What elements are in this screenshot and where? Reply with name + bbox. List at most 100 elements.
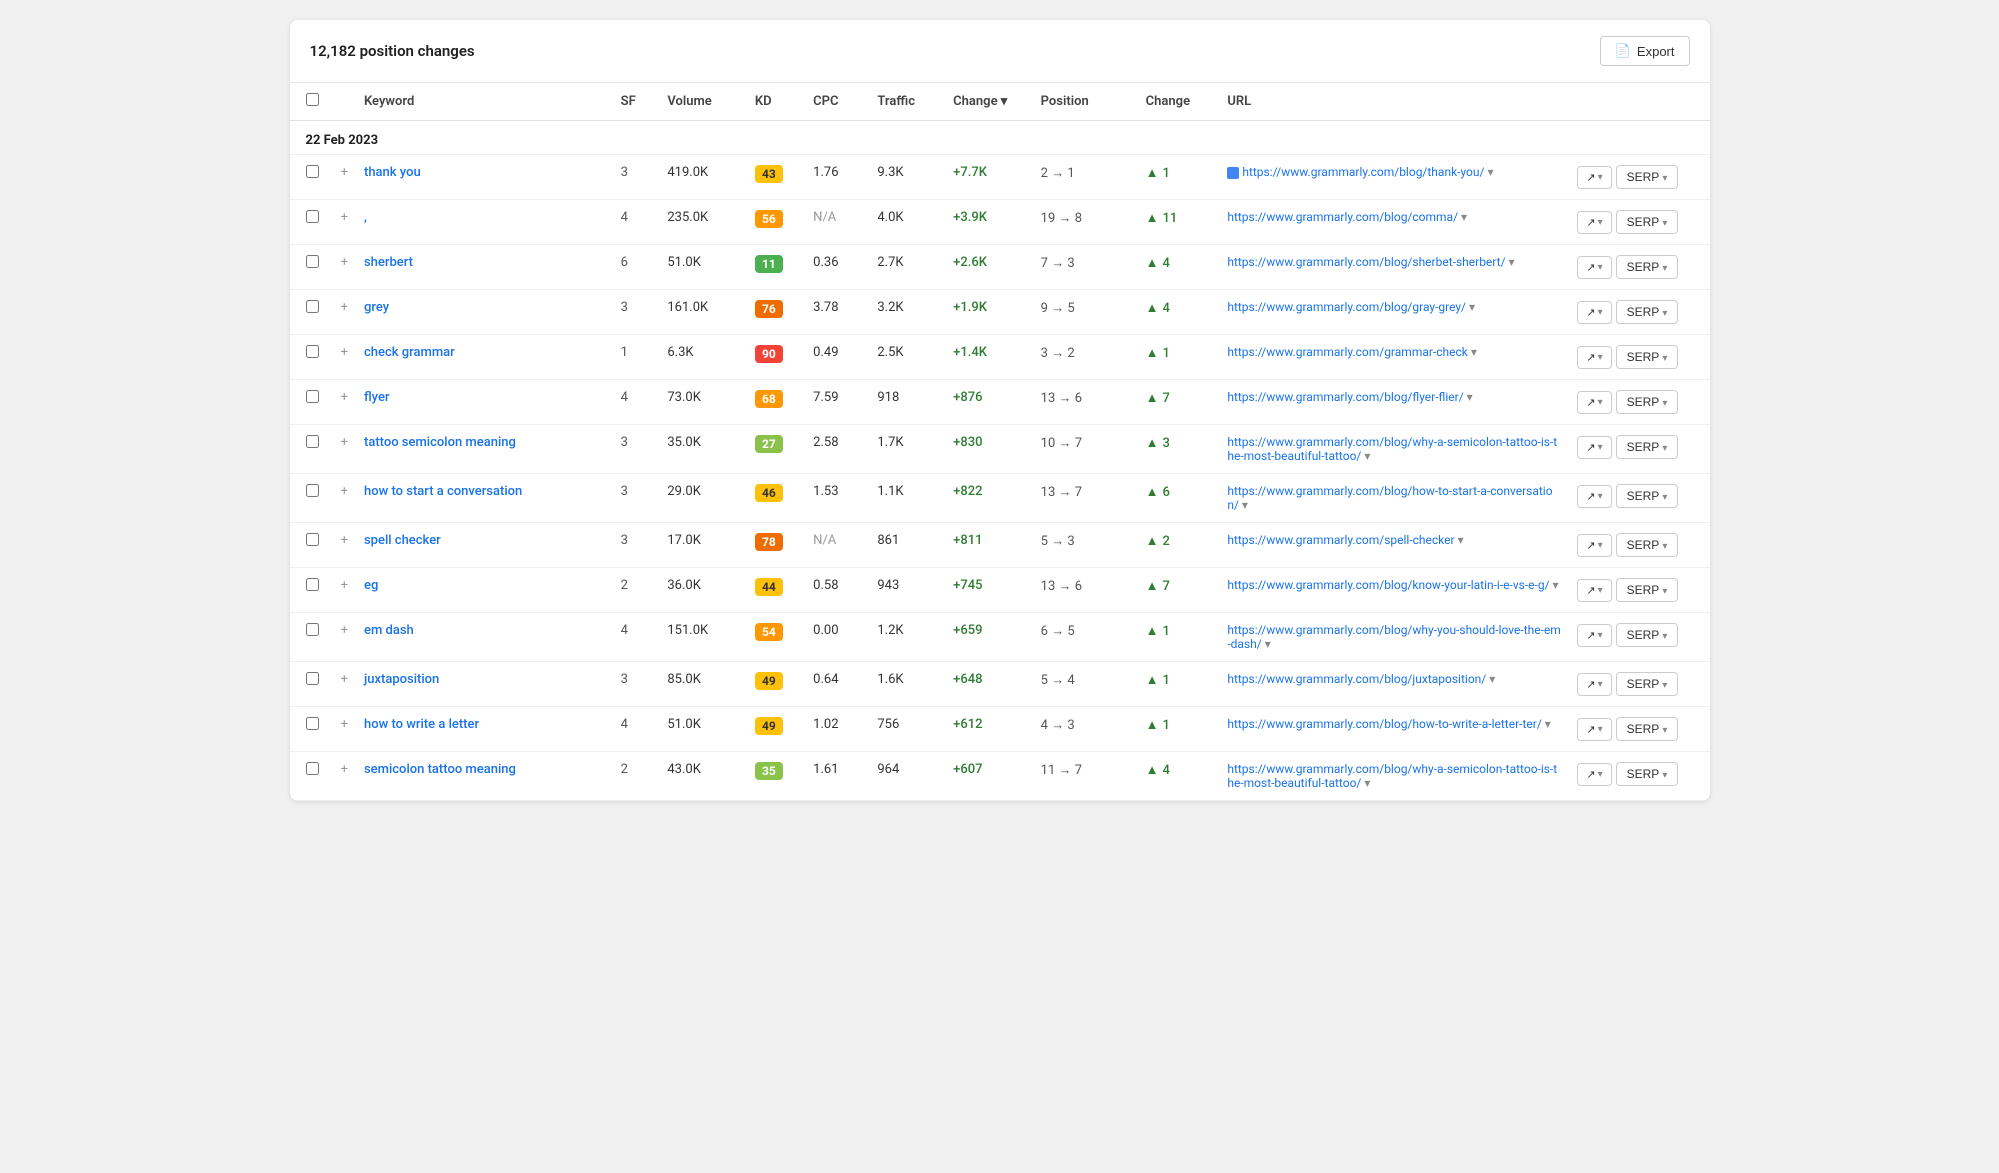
chart-button[interactable]: ↗ ▾ xyxy=(1577,391,1611,414)
serp-button[interactable]: SERP ▾ xyxy=(1616,300,1679,324)
row-expand-cell[interactable]: + xyxy=(333,380,356,425)
url-dropdown-icon[interactable]: ▾ xyxy=(1489,672,1495,686)
chart-button[interactable]: ↗ ▾ xyxy=(1577,256,1611,279)
chart-dropdown-icon[interactable]: ▾ xyxy=(1598,442,1603,453)
row-checkbox[interactable] xyxy=(306,762,319,775)
serp-button[interactable]: SERP ▾ xyxy=(1616,484,1679,508)
chart-button[interactable]: ↗ ▾ xyxy=(1577,624,1611,647)
chart-dropdown-icon[interactable]: ▾ xyxy=(1598,262,1603,273)
row-expand-cell[interactable]: + xyxy=(333,200,356,245)
url-dropdown-icon[interactable]: ▾ xyxy=(1364,449,1370,463)
keyword-link[interactable]: check grammar xyxy=(364,345,455,360)
serp-button[interactable]: SERP ▾ xyxy=(1616,578,1679,602)
chart-button[interactable]: ↗ ▾ xyxy=(1577,301,1611,324)
keyword-link[interactable]: how to start a conversation xyxy=(364,484,522,499)
url-dropdown-icon[interactable]: ▾ xyxy=(1242,498,1248,512)
row-expand-cell[interactable]: + xyxy=(333,474,356,523)
row-checkbox[interactable] xyxy=(306,390,319,403)
url-dropdown-icon[interactable]: ▾ xyxy=(1487,165,1493,179)
row-expand-cell[interactable]: + xyxy=(333,155,356,200)
row-checkbox[interactable] xyxy=(306,623,319,636)
url-dropdown-icon[interactable]: ▾ xyxy=(1471,345,1477,359)
chart-dropdown-icon[interactable]: ▾ xyxy=(1598,491,1603,502)
chart-button[interactable]: ↗ ▾ xyxy=(1577,763,1611,786)
serp-button[interactable]: SERP ▾ xyxy=(1616,623,1679,647)
row-expand-cell[interactable]: + xyxy=(333,245,356,290)
row-checkbox[interactable] xyxy=(306,345,319,358)
row-checkbox[interactable] xyxy=(306,255,319,268)
url-link[interactable]: https://www.grammarly.com/grammar-check xyxy=(1227,345,1468,359)
row-expand-cell[interactable]: + xyxy=(333,568,356,613)
row-checkbox[interactable] xyxy=(306,533,319,546)
chart-button[interactable]: ↗ ▾ xyxy=(1577,485,1611,508)
serp-button[interactable]: SERP ▾ xyxy=(1616,672,1679,696)
serp-button[interactable]: SERP ▾ xyxy=(1616,762,1679,786)
chart-dropdown-icon[interactable]: ▾ xyxy=(1598,217,1603,228)
keyword-link[interactable]: thank you xyxy=(364,165,421,180)
url-link[interactable]: https://www.grammarly.com/blog/how-to-st… xyxy=(1227,484,1552,512)
url-dropdown-icon[interactable]: ▾ xyxy=(1545,717,1551,731)
serp-button[interactable]: SERP ▾ xyxy=(1616,717,1679,741)
chart-button[interactable]: ↗ ▾ xyxy=(1577,673,1611,696)
row-expand-cell[interactable]: + xyxy=(333,752,356,801)
col-pos-change[interactable]: Change xyxy=(1138,83,1220,121)
chart-dropdown-icon[interactable]: ▾ xyxy=(1598,540,1603,551)
col-checkbox[interactable] xyxy=(290,83,333,121)
url-link[interactable]: https://www.grammarly.com/blog/juxtaposi… xyxy=(1227,672,1486,686)
chart-dropdown-icon[interactable]: ▾ xyxy=(1598,352,1603,363)
chart-dropdown-icon[interactable]: ▾ xyxy=(1598,585,1603,596)
chart-button[interactable]: ↗ ▾ xyxy=(1577,166,1611,189)
keyword-link[interactable]: flyer xyxy=(364,390,390,405)
url-link[interactable]: https://www.grammarly.com/blog/gray-grey… xyxy=(1227,300,1466,314)
chart-dropdown-icon[interactable]: ▾ xyxy=(1598,630,1603,641)
chart-dropdown-icon[interactable]: ▾ xyxy=(1598,724,1603,735)
serp-button[interactable]: SERP ▾ xyxy=(1616,165,1679,189)
url-dropdown-icon[interactable]: ▾ xyxy=(1265,637,1271,651)
row-checkbox[interactable] xyxy=(306,165,319,178)
url-dropdown-icon[interactable]: ▾ xyxy=(1509,255,1515,269)
url-link[interactable]: https://www.grammarly.com/blog/know-your… xyxy=(1227,578,1549,592)
row-expand-cell[interactable]: + xyxy=(333,290,356,335)
url-link[interactable]: https://www.grammarly.com/blog/why-a-sem… xyxy=(1227,762,1557,790)
export-button[interactable]: 📄 Export xyxy=(1600,36,1690,66)
url-link[interactable]: https://www.grammarly.com/blog/flyer-fli… xyxy=(1227,390,1463,404)
chart-button[interactable]: ↗ ▾ xyxy=(1577,436,1611,459)
chart-dropdown-icon[interactable]: ▾ xyxy=(1598,769,1603,780)
url-dropdown-icon[interactable]: ▾ xyxy=(1458,533,1464,547)
serp-button[interactable]: SERP ▾ xyxy=(1616,390,1679,414)
chart-dropdown-icon[interactable]: ▾ xyxy=(1598,307,1603,318)
url-link[interactable]: https://www.grammarly.com/spell-checker xyxy=(1227,533,1454,547)
row-checkbox[interactable] xyxy=(306,578,319,591)
chart-dropdown-icon[interactable]: ▾ xyxy=(1598,172,1603,183)
url-link[interactable]: https://www.grammarly.com/blog/thank-you… xyxy=(1242,165,1484,179)
chart-button[interactable]: ↗ ▾ xyxy=(1577,211,1611,234)
serp-button[interactable]: SERP ▾ xyxy=(1616,210,1679,234)
col-traffic[interactable]: Traffic xyxy=(869,83,945,121)
row-expand-cell[interactable]: + xyxy=(333,425,356,474)
chart-dropdown-icon[interactable]: ▾ xyxy=(1598,679,1603,690)
chart-button[interactable]: ↗ ▾ xyxy=(1577,534,1611,557)
serp-button[interactable]: SERP ▾ xyxy=(1616,533,1679,557)
chart-dropdown-icon[interactable]: ▾ xyxy=(1598,397,1603,408)
row-expand-cell[interactable]: + xyxy=(333,613,356,662)
url-dropdown-icon[interactable]: ▾ xyxy=(1469,300,1475,314)
keyword-link[interactable]: eg xyxy=(364,578,378,593)
url-link[interactable]: https://www.grammarly.com/blog/how-to-wr… xyxy=(1227,717,1541,731)
url-dropdown-icon[interactable]: ▾ xyxy=(1553,578,1559,592)
row-checkbox[interactable] xyxy=(306,672,319,685)
select-all-checkbox[interactable] xyxy=(306,93,319,106)
url-link[interactable]: https://www.grammarly.com/blog/sherbet-s… xyxy=(1227,255,1505,269)
url-link[interactable]: https://www.grammarly.com/blog/why-you-s… xyxy=(1227,623,1560,651)
url-link[interactable]: https://www.grammarly.com/blog/why-a-sem… xyxy=(1227,435,1557,463)
col-cpc[interactable]: CPC xyxy=(805,83,869,121)
keyword-link[interactable]: spell checker xyxy=(364,533,441,548)
url-dropdown-icon[interactable]: ▾ xyxy=(1461,210,1467,224)
row-checkbox[interactable] xyxy=(306,210,319,223)
url-dropdown-icon[interactable]: ▾ xyxy=(1364,776,1370,790)
url-dropdown-icon[interactable]: ▾ xyxy=(1467,390,1473,404)
row-expand-cell[interactable]: + xyxy=(333,662,356,707)
url-link[interactable]: https://www.grammarly.com/blog/comma/ xyxy=(1227,210,1458,224)
col-change[interactable]: Change ▾ xyxy=(945,83,1033,121)
row-expand-cell[interactable]: + xyxy=(333,523,356,568)
chart-button[interactable]: ↗ ▾ xyxy=(1577,579,1611,602)
